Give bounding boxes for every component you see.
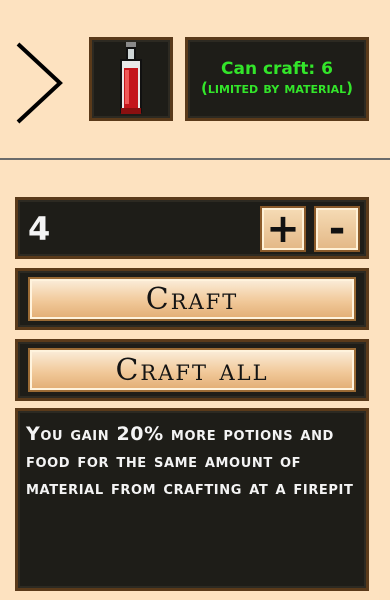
craft-all-button[interactable]: Craft all — [28, 348, 356, 392]
limit-reason-text: (limited by material) — [201, 79, 353, 97]
craft-all-button-label: Craft all — [115, 352, 269, 388]
chevron-right-icon[interactable] — [12, 40, 66, 126]
craft-header: Can craft: 6 (limited by material) — [0, 0, 390, 160]
can-craft-text: Can craft: 6 — [221, 59, 333, 79]
craft-button[interactable]: Craft — [28, 277, 356, 321]
craft-all-button-frame: Craft all — [15, 339, 369, 401]
bonus-description-panel: You gain 20% more potions and food for t… — [15, 408, 369, 591]
quantity-selector: 4 + - — [15, 197, 369, 259]
item-slot[interactable] — [89, 37, 173, 121]
decrease-quantity-button[interactable]: - — [314, 206, 360, 252]
bonus-description-text: You gain 20% more potions and food for t… — [26, 423, 354, 499]
red-potion-bottle-icon — [120, 42, 142, 114]
craft-button-frame: Craft — [15, 268, 369, 330]
craft-button-label: Craft — [145, 281, 239, 317]
craft-availability-panel: Can craft: 6 (limited by material) — [185, 37, 369, 121]
quantity-value: 4 — [28, 210, 51, 248]
increase-quantity-button[interactable]: + — [260, 206, 306, 252]
divider — [0, 158, 390, 160]
